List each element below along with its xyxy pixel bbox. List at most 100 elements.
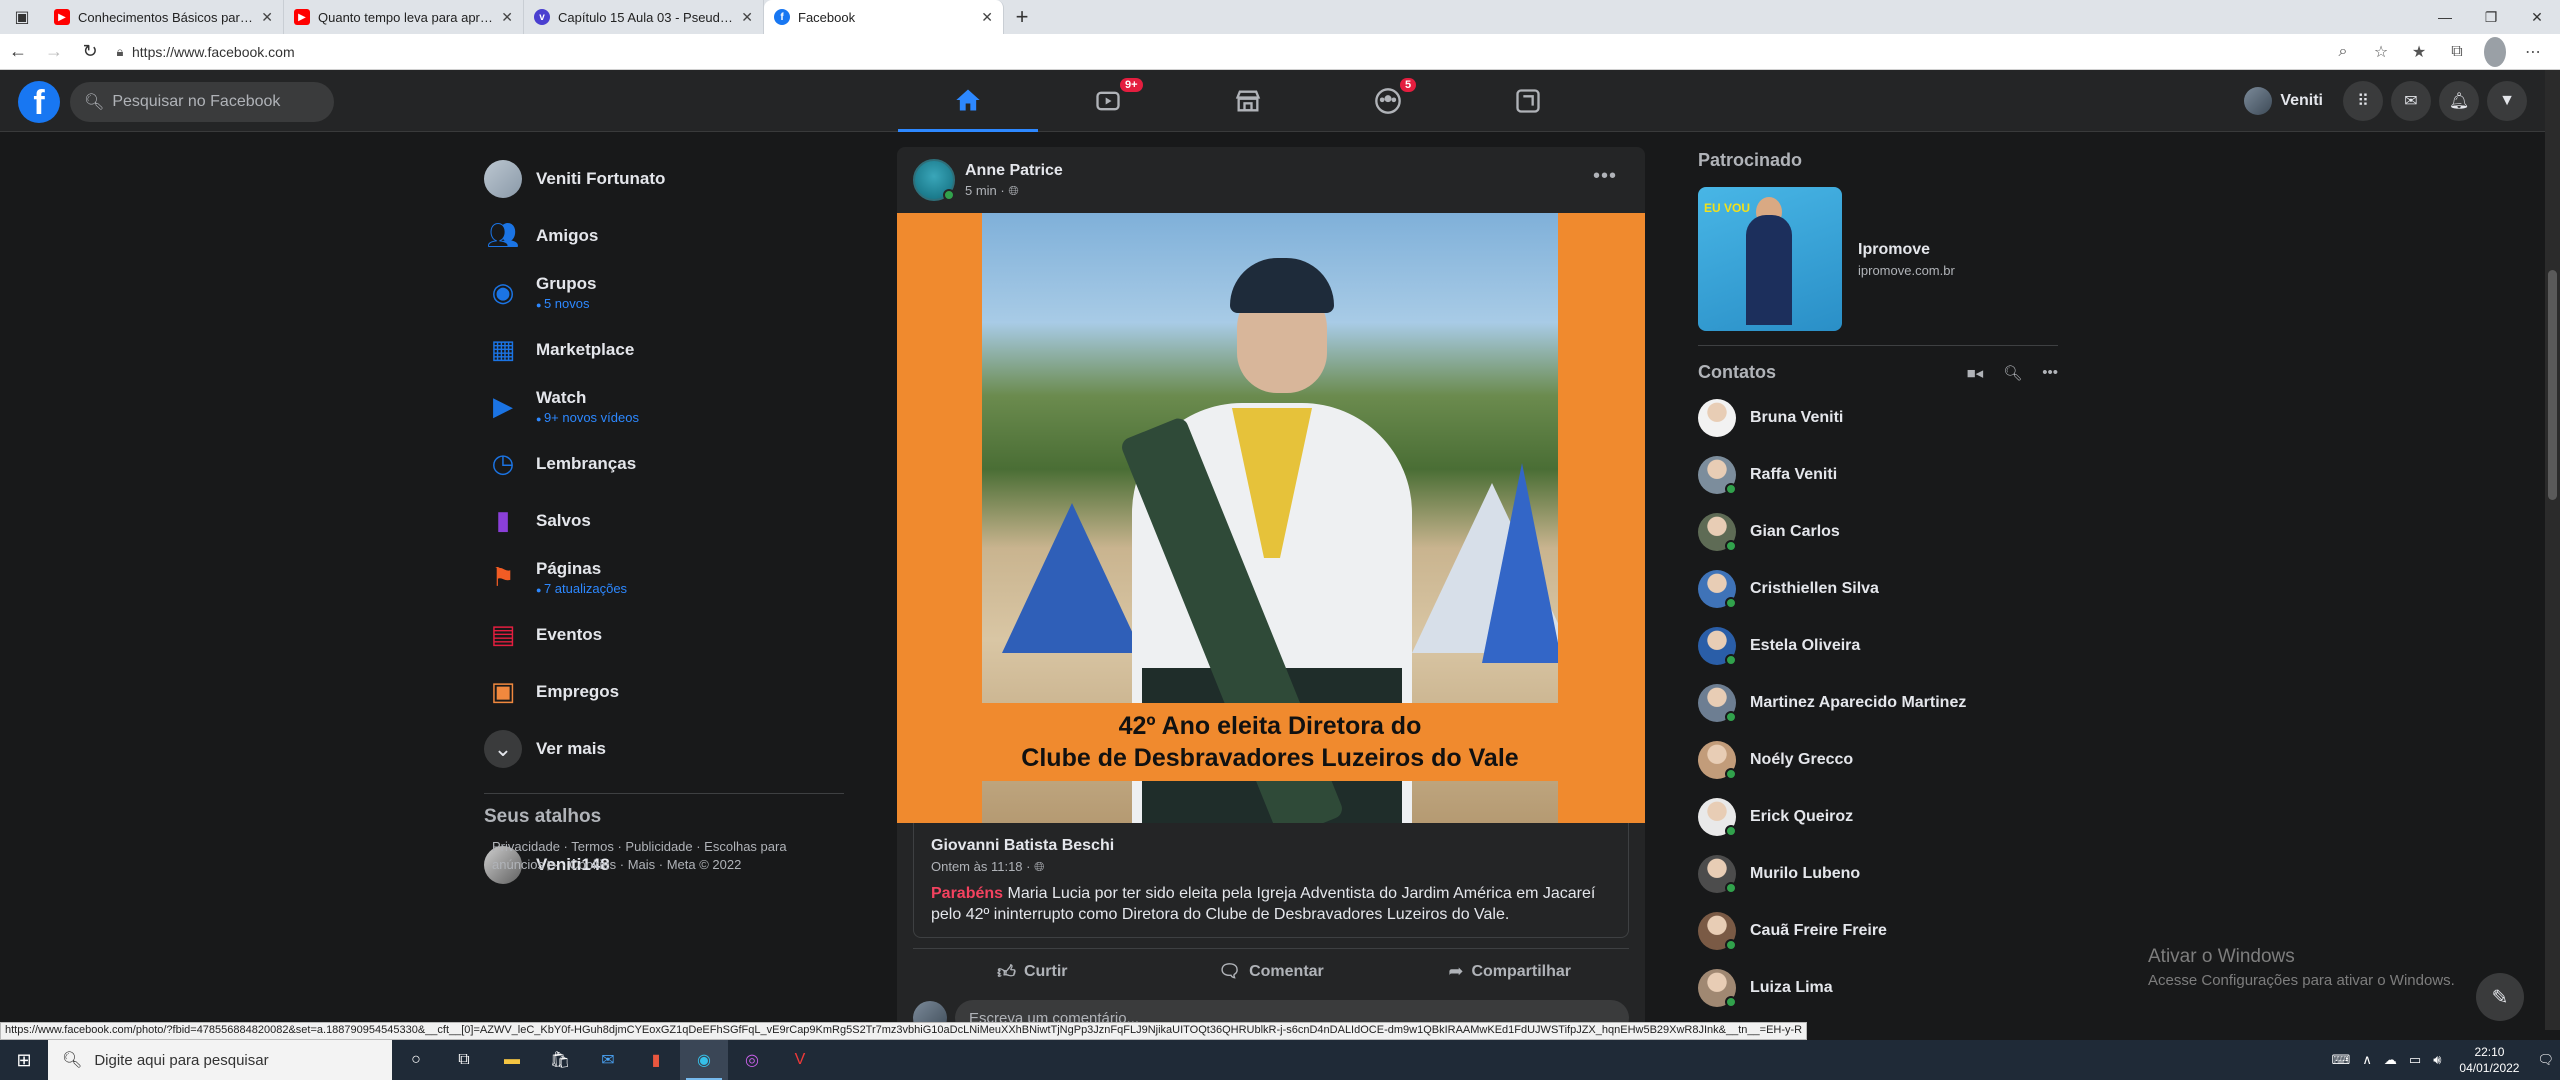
windows-start-icon[interactable]: ⊞ — [0, 1040, 48, 1080]
post-photo[interactable]: 42º Ano eleita Diretora do Clube de Desb… — [897, 213, 1645, 823]
sidebar-item[interactable]: ⌄ Ver mais — [476, 720, 846, 777]
contact-item[interactable]: Noély Grecco — [1698, 731, 2062, 788]
sidebar-item[interactable]: 👥︎ Amigos — [476, 207, 846, 264]
office-icon[interactable]: ▮ — [632, 1040, 680, 1080]
network-icon[interactable]: ▭ — [2403, 1052, 2427, 1068]
tab-actions-icon[interactable]: ▣ — [0, 0, 44, 34]
add-favorite-icon[interactable]: ☆ — [2364, 37, 2398, 67]
sponsored-ad[interactable]: EU VOU Ipromove ipromove.com.br — [1698, 187, 2062, 331]
more-options-icon[interactable]: ••• — [2042, 364, 2058, 382]
sidebar-item[interactable]: ▤ Eventos — [476, 606, 846, 663]
shared-author[interactable]: Giovanni Batista Beschi — [931, 837, 1611, 855]
contact-item[interactable]: Erick Queiroz — [1698, 788, 2062, 845]
contact-item[interactable]: Bruna Veniti — [1698, 389, 2062, 446]
profile-icon[interactable] — [2478, 36, 2512, 67]
taskbar-search[interactable]: 🔍︎ Digite aqui para pesquisar — [48, 1040, 392, 1080]
zoom-icon[interactable]: ⌕ — [2326, 37, 2360, 67]
chrome-icon[interactable]: ◎ — [728, 1040, 776, 1080]
contact-item[interactable]: Cauã Freire Freire — [1698, 902, 2062, 959]
forward-icon[interactable]: → — [36, 34, 72, 70]
volume-icon[interactable]: 🔊︎ — [2427, 1052, 2447, 1068]
sidebar-item[interactable]: ▮ Salvos — [476, 492, 846, 549]
post-author[interactable]: Anne Patrice — [965, 162, 1063, 180]
mail-icon[interactable]: ✉ — [584, 1040, 632, 1080]
nav-groups[interactable]: 5 — [1318, 70, 1458, 132]
scrollbar-thumb[interactable] — [2548, 270, 2557, 500]
post-time[interactable]: 5 min · 🌐︎ — [965, 183, 1063, 199]
browser-tab[interactable]: v Capítulo 15 Aula 03 - Pseudo-cl ✕ — [524, 0, 764, 34]
facebook-logo[interactable]: f — [18, 81, 60, 123]
search-icon[interactable]: 🔍︎ — [2003, 364, 2022, 382]
notification-center-icon[interactable]: 🗨︎ — [2531, 1052, 2560, 1068]
contact-item[interactable]: Cristhiellen Silva — [1698, 560, 2062, 617]
close-tab-icon[interactable]: ✕ — [261, 9, 273, 26]
nav-marketplace[interactable] — [1178, 70, 1318, 132]
contact-item[interactable]: Raffa Veniti — [1698, 446, 2062, 503]
restore-icon[interactable]: ❐ — [2468, 0, 2514, 34]
close-tab-icon[interactable]: ✕ — [741, 9, 753, 26]
collections-icon[interactable]: ⧉ — [2440, 37, 2474, 67]
page-scrollbar[interactable] — [2545, 70, 2560, 1030]
messenger-icon[interactable]: ✉ — [2391, 81, 2431, 121]
new-tab-button[interactable]: + — [1004, 0, 1040, 34]
comment-button[interactable]: 🗨︎ Comentar — [1152, 949, 1391, 994]
contact-item[interactable]: Murilo Lubeno — [1698, 845, 2062, 902]
settings-more-icon[interactable]: ⋯ — [2516, 37, 2550, 67]
file-explorer-icon[interactable]: ▬ — [488, 1040, 536, 1080]
menu-grid-icon[interactable]: ⠿ — [2343, 81, 2383, 121]
cloud-icon[interactable]: ☁ — [2378, 1052, 2403, 1068]
contact-item[interactable]: Estela Oliveira — [1698, 617, 2062, 674]
sidebar-item[interactable]: ◉ Grupos 5 novos — [476, 264, 846, 321]
sidebar-item[interactable]: ▣ Empregos — [476, 663, 846, 720]
like-button[interactable]: 👍︎ Curtir — [913, 949, 1152, 994]
clock[interactable]: 22:10 04/01/2022 — [2447, 1044, 2531, 1076]
browser-tab[interactable]: ▶ Conhecimentos Básicos para Inic ✕ — [44, 0, 284, 34]
share-label: Compartilhar — [1471, 962, 1572, 980]
task-view-icon[interactable]: ⧉ — [440, 1040, 488, 1080]
nav-watch[interactable]: 9+ — [1038, 70, 1178, 132]
contact-item[interactable]: Martinez Aparecido Martinez — [1698, 674, 2062, 731]
more-options-icon[interactable]: ••• — [1593, 165, 1617, 188]
back-icon[interactable]: ← — [0, 34, 36, 70]
browser-tab[interactable]: ▶ Quanto tempo leva para aprend ✕ — [284, 0, 524, 34]
close-tab-icon[interactable]: ✕ — [981, 9, 993, 26]
minimize-icon[interactable]: — — [2422, 0, 2468, 34]
tray-chevron-icon[interactable]: ∧ — [2356, 1052, 2378, 1068]
video-call-icon[interactable]: ■◂ — [1967, 364, 1984, 382]
sidebar-item[interactable]: Veniti Fortunato — [476, 150, 846, 207]
cortana-icon[interactable]: ○ — [392, 1040, 440, 1080]
lock-icon[interactable]: 🔒︎ — [108, 44, 132, 60]
profile-chip[interactable]: Veniti — [2240, 83, 2335, 119]
close-tab-icon[interactable]: ✕ — [501, 9, 513, 26]
sidebar-item[interactable]: ⚑ Páginas 7 atualizações — [476, 549, 846, 606]
sidebar-item[interactable]: ▦ Marketplace — [476, 321, 846, 378]
contact-item[interactable]: Luiza Lima — [1698, 959, 2062, 1016]
url-field[interactable]: https://www.facebook.com — [132, 44, 2326, 60]
contact-item[interactable]: Gian Carlos — [1698, 503, 2062, 560]
vivaldi-icon[interactable]: V — [776, 1040, 824, 1080]
new-message-button[interactable]: ✎ — [2476, 973, 2524, 1021]
search-box[interactable]: 🔍︎ — [70, 82, 334, 122]
sidebar-item-label: Veniti Fortunato — [536, 168, 666, 188]
close-window-icon[interactable]: ✕ — [2514, 0, 2560, 34]
keyboard-icon[interactable]: ⌨ — [2326, 1052, 2357, 1068]
search-input[interactable] — [112, 93, 313, 111]
sidebar-item[interactable]: ▶ Watch 9+ novos vídeos — [476, 378, 846, 435]
refresh-icon[interactable]: ↻ — [72, 34, 108, 70]
share-button[interactable]: ➦ Compartilhar — [1390, 949, 1629, 994]
online-dot — [1725, 653, 1737, 666]
author-avatar[interactable] — [913, 159, 955, 201]
footer-links[interactable]: Privacidade · Termos · Publicidade · Esc… — [484, 838, 814, 874]
nav-gaming[interactable] — [1458, 70, 1598, 132]
browser-toolbar: ⌕ ☆ ★ ⧉ ⋯ — [2326, 36, 2560, 67]
edge-icon[interactable]: ◉ — [680, 1040, 728, 1080]
store-icon[interactable]: 🛍︎ — [536, 1040, 584, 1080]
sidebar-item[interactable]: ◷ Lembranças — [476, 435, 846, 492]
account-chevron-icon[interactable]: ▼ — [2487, 81, 2527, 121]
notifications-icon[interactable]: 🔔︎ — [2439, 81, 2479, 121]
groups-icon — [1375, 88, 1401, 114]
shared-time[interactable]: Ontem às 11:18 · 🌐︎ — [931, 859, 1611, 875]
browser-tab-active[interactable]: f Facebook ✕ — [764, 0, 1004, 34]
favorites-icon[interactable]: ★ — [2402, 37, 2436, 67]
nav-home[interactable] — [898, 70, 1038, 132]
